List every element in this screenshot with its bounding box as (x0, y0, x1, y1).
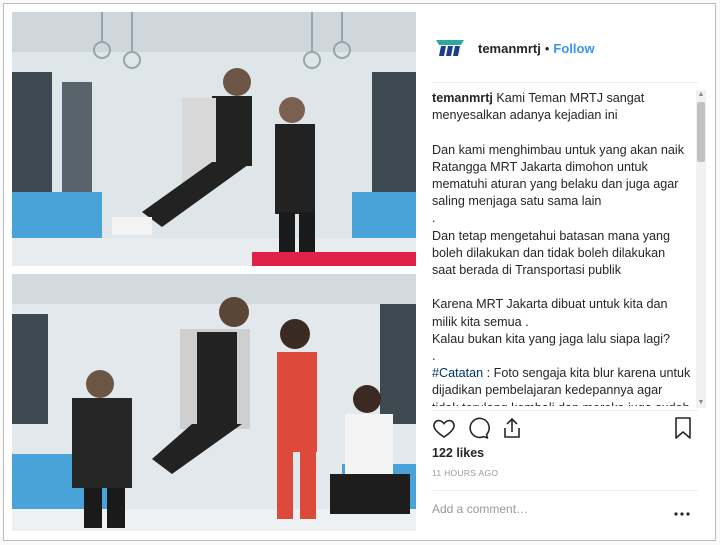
divider (432, 410, 698, 411)
scroll-up-icon[interactable]: ▲ (696, 90, 706, 100)
header-username[interactable]: temanmrtj (478, 41, 541, 56)
post-timestamp[interactable]: 11 HOURS AGO (432, 468, 498, 478)
post-sidebar: temanmrtj • Follow temanmrtj Kami Teman … (418, 12, 708, 531)
comment-input[interactable]: Add a comment… (432, 502, 528, 516)
action-bar (432, 414, 694, 444)
scroll-down-icon[interactable]: ▼ (696, 398, 706, 408)
post-dialog: temanmrtj • Follow temanmrtj Kami Teman … (3, 3, 716, 541)
post-header: temanmrtj • Follow (432, 26, 595, 70)
bookmark-icon[interactable] (672, 416, 694, 445)
header-separator: • (544, 40, 550, 56)
post-media[interactable] (12, 12, 416, 531)
more-icon[interactable] (674, 504, 690, 522)
scroll-thumb[interactable] (697, 102, 705, 162)
caption-paragraph: Dan kami menghimbau untuk yang akan naik… (432, 142, 688, 209)
share-icon[interactable] (500, 416, 524, 445)
caption-paragraph: Dan tetap mengetahui batasan mana yang b… (432, 228, 674, 278)
likes-count[interactable]: 122 likes (432, 446, 484, 460)
follow-button[interactable]: Follow (553, 41, 594, 56)
teman-mrtj-logo (436, 40, 464, 56)
caption-dot: . (432, 211, 436, 226)
comment-icon[interactable] (466, 416, 490, 445)
hashtag-link[interactable]: #Catatan (432, 366, 483, 380)
divider (432, 82, 698, 83)
photo-top (12, 12, 416, 266)
heart-icon[interactable] (432, 416, 456, 445)
caption-dot: . (432, 349, 436, 364)
photo-bottom (12, 274, 416, 531)
caption-scrollbar[interactable]: ▲ ▼ (696, 90, 706, 408)
avatar[interactable] (432, 30, 468, 66)
caption-paragraph: Kalau bukan kita yang jaga lalu siapa la… (432, 331, 671, 346)
caption-paragraph: Karena MRT Jakarta dibuat untuk kita dan… (432, 297, 671, 329)
divider (432, 490, 698, 491)
caption: temanmrtj Kami Teman MRTJ sangat menyesa… (432, 90, 692, 406)
caption-username[interactable]: temanmrtj (432, 91, 493, 105)
